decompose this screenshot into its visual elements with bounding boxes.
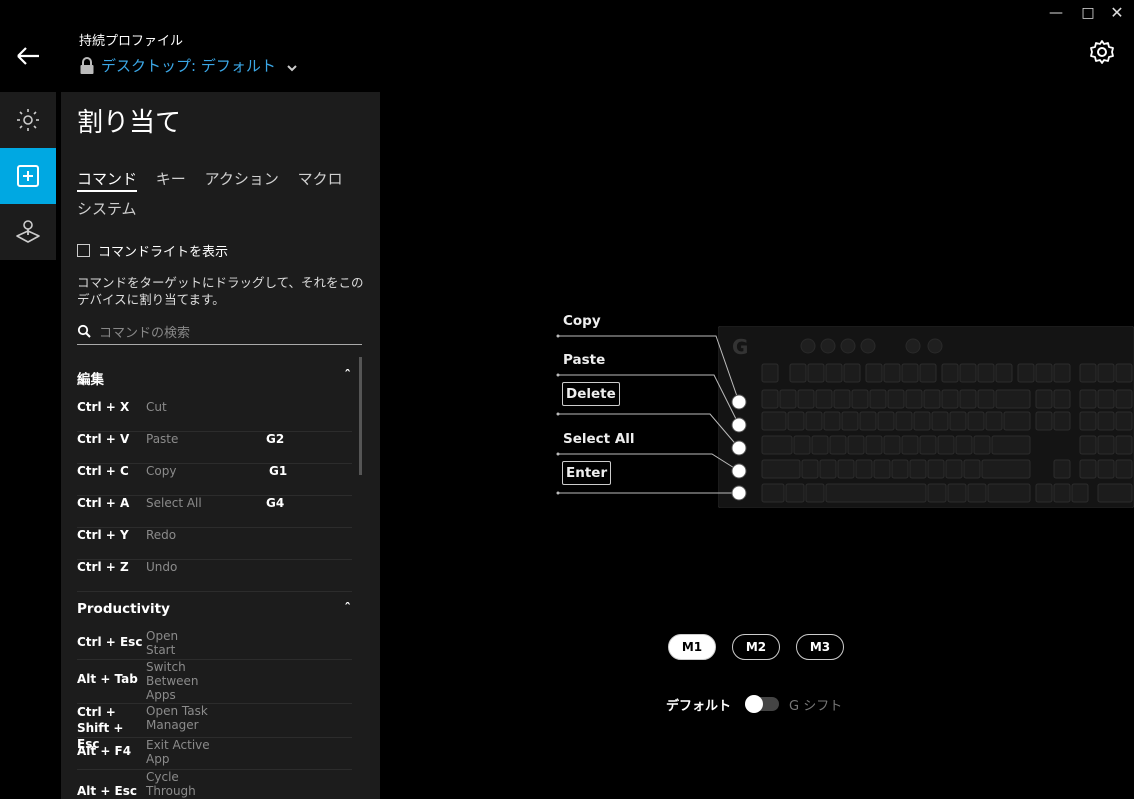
section-header-productivity[interactable]: Productivity ˆ <box>77 601 351 617</box>
g-key-dot-5[interactable] <box>731 485 747 501</box>
scrollbar[interactable] <box>359 357 362 475</box>
chevron-down-icon <box>287 64 297 71</box>
section-title: Productivity <box>77 601 170 617</box>
toggle-knob <box>745 695 763 713</box>
joystick-icon <box>16 220 40 243</box>
mode-m3-button[interactable]: M3 <box>796 634 844 660</box>
command-row[interactable]: Ctrl + Y Redo <box>77 528 352 560</box>
mode-m2-button[interactable]: M2 <box>732 634 780 660</box>
command-keys: Ctrl + Esc <box>77 635 143 649</box>
search-input[interactable]: コマンドの検索 <box>77 318 362 345</box>
command-row[interactable]: Ctrl + V Paste G2 <box>77 432 352 464</box>
command-name: Undo <box>146 560 178 574</box>
command-row[interactable]: Ctrl + Esc Open Start <box>77 629 352 660</box>
checkbox[interactable] <box>77 244 90 257</box>
gkey-callout-5[interactable]: Enter <box>562 461 612 485</box>
chevron-up-icon: ˆ <box>344 368 351 384</box>
command-keys: Alt + F4 <box>77 744 132 758</box>
command-row[interactable]: Alt + F4 Exit Active App <box>77 738 352 770</box>
tab-macros[interactable]: マクロ <box>298 164 343 194</box>
mode-m1-button[interactable]: M1 <box>668 634 716 660</box>
left-rail <box>0 92 56 260</box>
command-keys: Alt + Tab <box>77 672 138 686</box>
rail-lighting[interactable] <box>0 92 56 148</box>
gshift-toggle[interactable] <box>745 695 779 713</box>
section-header-edit[interactable]: 編集 ˆ <box>77 368 351 388</box>
command-name: Switch Between Apps <box>146 660 199 702</box>
panel-description: コマンドをターゲットにドラッグして、それをこのデバイスに割り当てます。 <box>77 275 364 307</box>
gear-icon <box>1090 40 1114 64</box>
command-keys: Ctrl + C <box>77 464 129 478</box>
command-row[interactable]: Alt + Esc Cycle Through <box>77 770 352 799</box>
command-row[interactable]: Ctrl + X Cut <box>77 400 352 432</box>
command-name: Open Start <box>146 629 179 657</box>
gshift-label: G シフト <box>789 699 843 714</box>
command-name: Redo <box>146 528 177 542</box>
command-keys: Ctrl + Y <box>77 528 129 542</box>
profile-label: 持続プロファイル <box>79 34 184 49</box>
g-key-dot-3[interactable] <box>731 440 747 456</box>
command-keys: Ctrl + A <box>77 496 130 510</box>
back-button[interactable] <box>14 42 42 70</box>
command-assignment: G2 <box>266 432 285 446</box>
command-name: Open Task Manager <box>146 704 208 732</box>
command-name: Select All <box>146 496 202 510</box>
gkey-callout-2[interactable]: Paste <box>563 352 605 368</box>
command-keys: Ctrl + Z <box>77 560 129 574</box>
gkey-callout-3[interactable]: Delete <box>562 382 620 406</box>
command-assignment: G4 <box>266 496 285 510</box>
lock-icon <box>80 56 94 74</box>
add-square-icon <box>17 165 39 187</box>
g-key-dot-1[interactable] <box>731 394 747 410</box>
gkey-callout-4[interactable]: Select All <box>563 431 635 447</box>
close-button[interactable]: ✕ <box>1108 4 1126 22</box>
checkbox-label: コマンドライトを表示 <box>98 245 229 260</box>
minimize-button[interactable]: — <box>1047 4 1065 22</box>
rail-game-mode[interactable] <box>0 204 56 260</box>
panel-title: 割り当て <box>77 108 182 138</box>
command-light-toggle[interactable]: コマンドライトを表示 <box>77 241 228 260</box>
tab-bar: コマンド キー アクション マクロ システム <box>77 164 367 224</box>
settings-button[interactable] <box>1088 38 1116 66</box>
assignments-panel: 割り当て コマンド キー アクション マクロ システム コマンドライトを表示 コ… <box>61 92 380 799</box>
command-row[interactable]: Alt + Tab Switch Between Apps <box>77 660 352 704</box>
profile-name: デスクトップ: デフォルト <box>101 57 276 75</box>
g-key-dot-4[interactable] <box>731 463 747 479</box>
default-label: デフォルト <box>666 699 732 714</box>
g-key-dot-2[interactable] <box>731 417 747 433</box>
command-row[interactable]: Ctrl + C Copy G1 <box>77 464 352 496</box>
tab-commands[interactable]: コマンド <box>77 168 138 192</box>
gkey-callout-1[interactable]: Copy <box>563 313 601 329</box>
command-row[interactable]: Ctrl + Shift + Esc Open Task Manager <box>77 704 352 751</box>
command-row[interactable]: Ctrl + Z Undo <box>77 560 352 592</box>
command-row[interactable]: Ctrl + A Select All G4 <box>77 496 352 528</box>
command-keys: Ctrl + V <box>77 432 130 446</box>
command-name: Cycle Through <box>146 770 196 798</box>
search-icon <box>77 324 91 338</box>
tab-keys[interactable]: キー <box>156 164 186 194</box>
command-name: Copy <box>146 464 177 478</box>
arrow-left-icon <box>17 47 39 65</box>
profile-selector[interactable]: デスクトップ: デフォルト <box>79 55 298 76</box>
command-name: Paste <box>146 432 179 446</box>
rail-assignments[interactable] <box>0 148 56 204</box>
sun-icon <box>17 109 39 131</box>
command-name: Exit Active App <box>146 738 210 766</box>
section-title: 編集 <box>77 372 104 388</box>
chevron-up-icon: ˆ <box>344 601 351 617</box>
tab-actions[interactable]: アクション <box>205 164 279 194</box>
keyboard-image: G <box>717 325 1134 509</box>
tab-system[interactable]: システム <box>77 194 137 224</box>
command-keys: Ctrl + X <box>77 400 130 414</box>
maximize-button[interactable]: □ <box>1079 4 1097 22</box>
command-name: Cut <box>146 400 167 414</box>
command-assignment: G1 <box>269 464 288 478</box>
keyboard-graphic: G <box>717 325 1134 509</box>
command-keys: Alt + Esc <box>77 784 137 798</box>
search-placeholder: コマンドの検索 <box>99 325 191 341</box>
